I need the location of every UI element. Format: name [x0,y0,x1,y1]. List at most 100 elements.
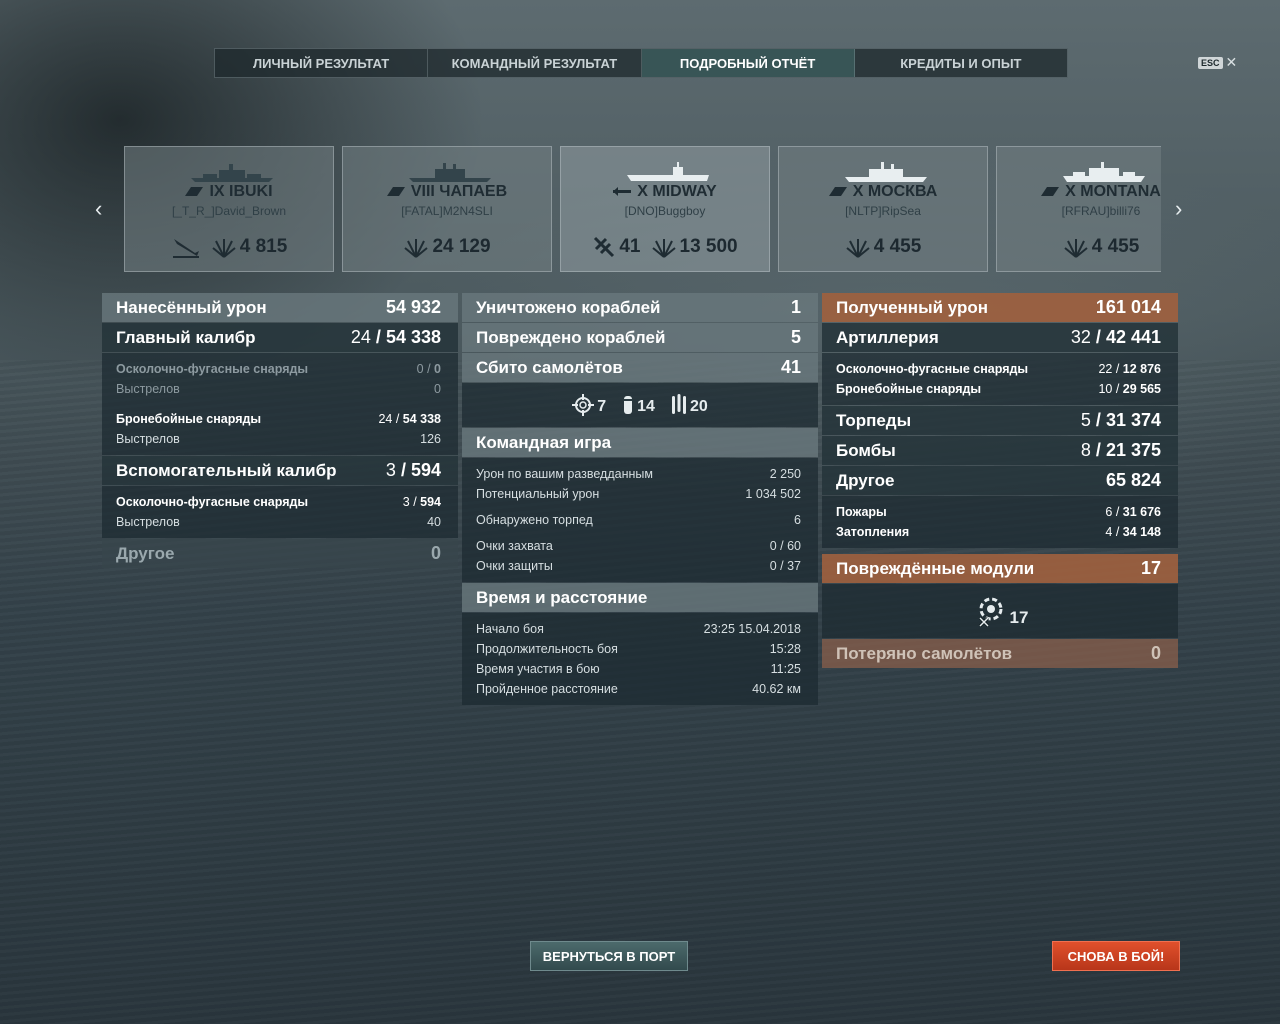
damage-received-panel: Полученный урон 161 014 Артиллерия 32 / … [822,293,1178,669]
ship-silhouette-icon [409,163,491,182]
received-ap-row: Бронебойные снаряды 10 / 29 565 [836,382,1161,396]
crosshair-icon [572,394,595,416]
modules-icon-row: 17 [822,584,1178,638]
ship-card[interactable]: VIII ЧАПАЕВ [FATAL]M2N4SLI 24 129 [342,146,552,272]
damaged-modules-header: Повреждённые модули 17 [822,554,1178,583]
ship-card[interactable]: X MONTANA [RFRAU]billi76 4 455 [996,146,1161,272]
close-icon: ✕ [1225,54,1238,70]
explosion-damage-icon [212,239,236,258]
ap-shells-row: Бронебойные снаряды 24 / 54 338 [116,412,441,426]
stat-damage: 4 455 [845,235,921,259]
cruiser-class-icon [386,187,405,197]
stat-damage: 4 815 [211,235,287,259]
explosion-damage-icon [651,239,676,258]
spotting-damage-row: Урон по вашим разведданным 2 250 [476,467,801,481]
tab-credits-xp[interactable]: КРЕДИТЫ И ОПЫТ [855,49,1067,77]
ship-card[interactable]: IX IBUKI [_T_R_]David_Brown 4 815 [124,146,334,272]
chevron-right-icon: › [1175,196,1183,221]
ship-name: X MIDWAY [637,183,717,200]
tab-personal-result[interactable]: ЛИЧНЫЙ РЕЗУЛЬТАТ [215,49,429,77]
explosion-damage-icon [404,239,429,258]
return-to-port-button[interactable]: ВЕРНУТЬСЯ В ПОРТ [530,941,688,971]
ship-silhouette-icon [1063,162,1145,182]
sunk-ship-icon [172,239,199,258]
other-received-row: Другое 65 824 [822,466,1178,495]
secondary-battery-row: Вспомогательный калибр 3 / 594 [102,456,458,485]
cruiser-class-icon [828,187,847,197]
ship-card[interactable]: X МОСКВА [NLTP]RipSea 4 455 [778,146,988,272]
bomb-hits: 14 [622,394,655,416]
ships-destroyed-row: Уничтожено кораблей 1 [462,293,818,322]
player-name: [DNO]Buggboy [624,204,706,218]
stat-damage: 13 500 [651,235,738,259]
close-button[interactable]: ESC ✕ [1198,54,1237,71]
stat-damage: 24 129 [403,235,491,259]
hit-icons-row: 7 14 20 [462,383,818,427]
player-name: [_T_R_]David_Brown [171,204,287,218]
carrier-class-icon [613,187,632,197]
he-shells-row: Осколочно-фугасные снаряды 0 / 0 [116,362,441,376]
ship-name: IX IBUKI [209,183,273,200]
battle-again-button[interactable]: СНОВА В БОЙ! [1052,941,1180,971]
other-received-details: Пожары 6 / 31 676 Затопления 4 / 34 148 [822,496,1178,548]
stat-damage: 4 455 [1063,235,1139,259]
bombs-received-row: Бомбы 8 / 21 375 [822,436,1178,465]
main-battery-details: Осколочно-фугасные снаряды 0 / 0 Выстрел… [102,353,458,455]
tab-detailed-report[interactable]: ПОДРОБНЫЙ ОТЧЁТ [641,49,855,77]
potential-damage-row: Потенциальный урон 1 034 502 [476,487,801,501]
citadel-hits: 7 [572,394,606,416]
ship-silhouette-icon [191,164,273,182]
ship-name: X МОСКВА [852,183,938,200]
capture-points-row: Очки захвата 0 / 60 [476,539,801,553]
explosion-damage-icon [1064,239,1088,258]
carousel-next-button[interactable]: › [1175,196,1182,222]
he-shots-row: Выстрелов 0 [116,382,441,396]
player-name: [RFRAU]billi76 [1061,204,1141,218]
damage-received-header: Полученный урон 161 014 [822,293,1178,322]
tab-team-result[interactable]: КОМАНДНЫЙ РЕЗУЛЬТАТ [428,49,642,77]
artillery-row: Артиллерия 32 / 42 441 [822,323,1178,352]
battle-start-row: Начало боя 23:25 15.04.2018 [476,622,801,636]
defense-points-row: Очки защиты 0 / 37 [476,559,801,573]
ship-name: VIII ЧАПАЕВ [410,183,508,200]
bomb-icon [623,396,634,414]
player-name: [FATAL]M2N4SLI [401,204,493,218]
planes-shot-row: Сбито самолётов 41 [462,353,818,382]
battle-duration-row: Продолжительность боя 15:28 [476,642,801,656]
ship-name: X MONTANA [1065,183,1161,200]
team-play-header: Командная игра [462,428,818,457]
ship-card-selected[interactable]: X MIDWAY [DNO]Buggboy 41 13 500 [560,146,770,272]
time-distance-details: Начало боя 23:25 15.04.2018 Продолжительн… [462,613,818,705]
combat-summary-panel: Уничтожено кораблей 1 Повреждено корабле… [462,293,818,706]
tab-bar: ЛИЧНЫЙ РЕЗУЛЬТАТ КОМАНДНЫЙ РЕЗУЛЬТАТ ПОД… [214,48,1068,78]
ship-silhouette-icon [627,162,709,181]
plane-shot-down-icon [594,236,615,258]
battleship-class-icon [1041,187,1060,197]
torpedoes-spotted-row: Обнаружено торпед 6 [476,513,801,527]
damage-dealt-header: Нанесённый урон 54 932 [102,293,458,322]
explosion-damage-icon [846,239,870,258]
ship-silhouette-icon [845,162,927,182]
secondary-battery-details: Осколочно-фугасные снаряды 3 / 594 Выстр… [102,486,458,538]
sec-shots-row: Выстрелов 40 [116,515,441,529]
ship-carousel: IX IBUKI [_T_R_]David_Brown 4 815 VIII Ч… [124,146,1161,272]
carousel-prev-button[interactable]: ‹ [95,196,102,222]
planes-lost-row: Потеряно самолётов 0 [822,639,1178,668]
main-battery-row: Главный калибр 24 / 54 338 [102,323,458,352]
player-name: [NLTP]RipSea [845,204,921,218]
sec-he-row: Осколочно-фугасные снаряды 3 / 594 [116,495,441,509]
stat-sunk [171,235,201,259]
stat-planes: 41 [592,235,641,259]
artillery-details: Осколочно-фугасные снаряды 22 / 12 876 Бр… [822,353,1178,405]
received-he-row: Осколочно-фугасные снаряды 22 / 12 876 [836,362,1161,376]
participation-time-row: Время участия в бою 11:25 [476,662,801,676]
ap-shots-row: Выстрелов 126 [116,432,441,446]
cruiser-class-icon [185,187,204,197]
damage-dealt-panel: Нанесённый урон 54 932 Главный калибр 24… [102,293,458,569]
fires-row: Пожары 6 / 31 676 [836,505,1161,519]
ships-damaged-row: Повреждено кораблей 5 [462,323,818,352]
chevron-left-icon: ‹ [95,196,103,221]
time-distance-header: Время и расстояние [462,583,818,612]
torpedoes-received-row: Торпеды 5 / 31 374 [822,406,1178,435]
torpedo-icon [671,394,686,414]
